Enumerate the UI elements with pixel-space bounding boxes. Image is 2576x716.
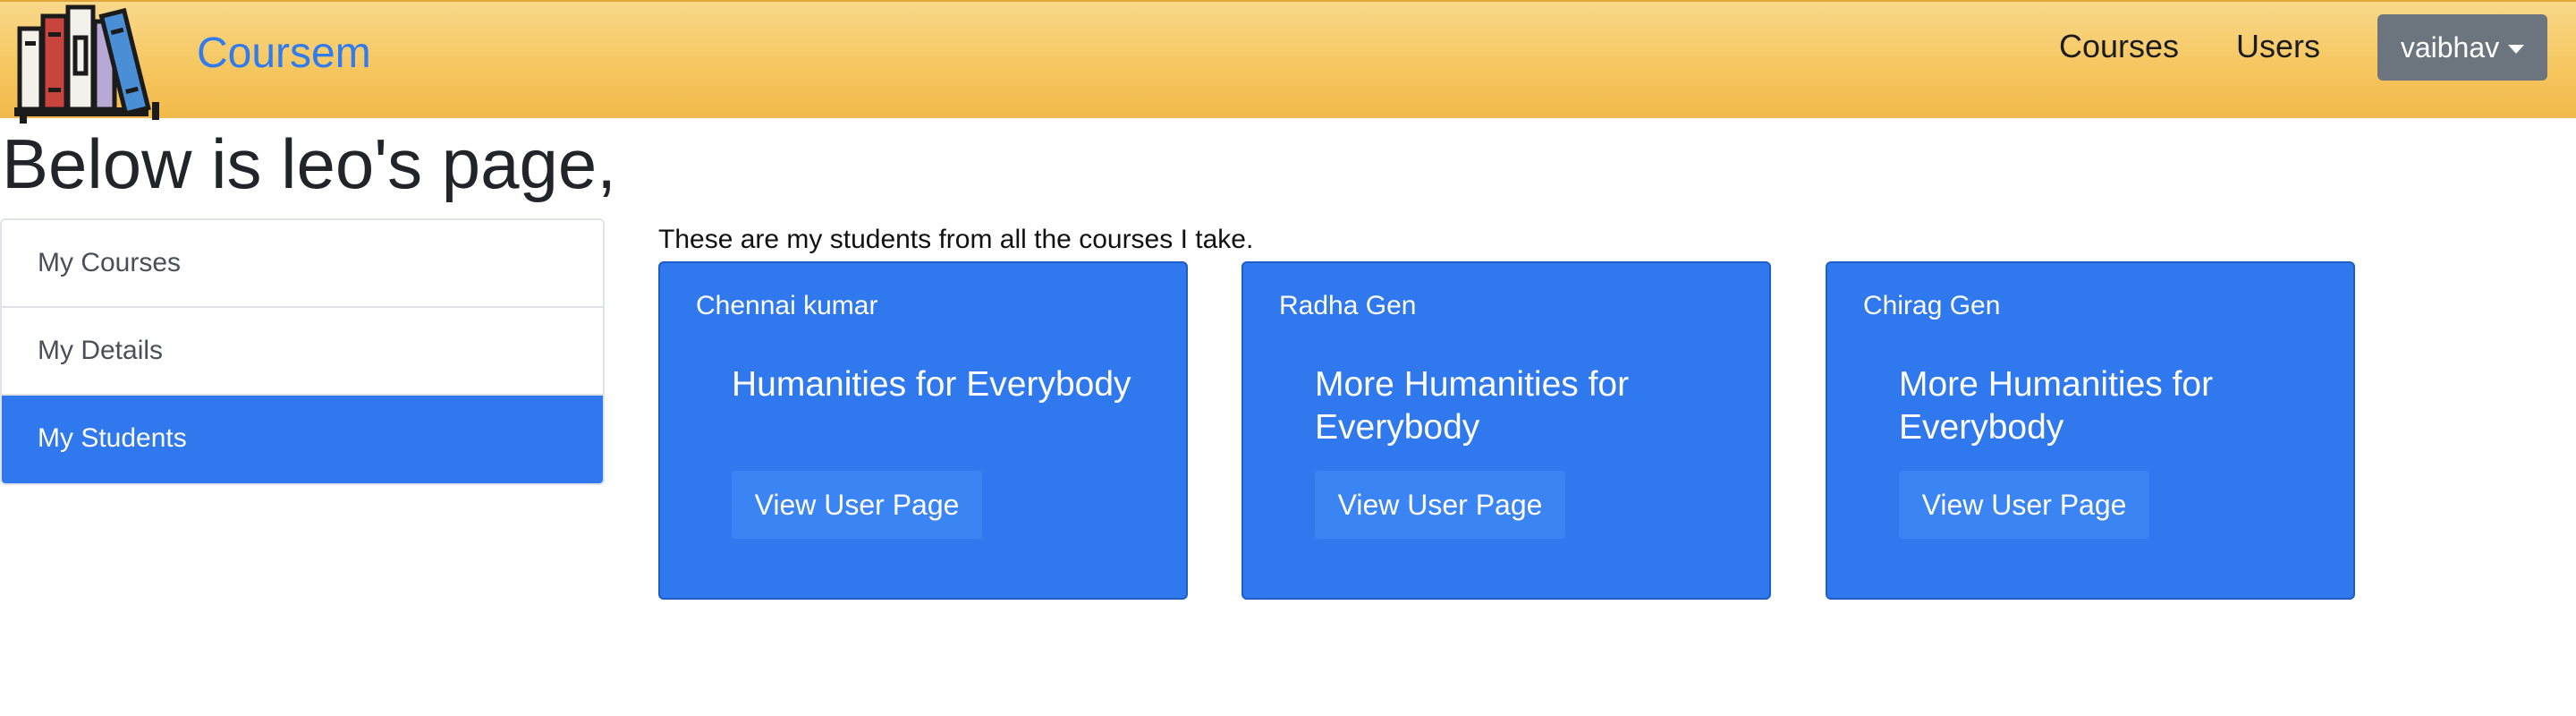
students-intro-text: These are my students from all the cours… [658,225,1254,254]
user-name: vaibhav [2400,30,2500,64]
sidebar-item-my-students[interactable]: My Students [2,396,603,483]
sidebar-item-my-details[interactable]: My Details [2,308,603,396]
nav-users-link[interactable]: Users [2236,25,2320,68]
student-card: Radha Gen More Humanities for Everybody … [1241,261,1771,600]
student-name: Chirag Gen [1863,291,2001,320]
caret-down-icon [2508,45,2525,54]
user-dropdown-button[interactable]: vaibhav [2377,14,2547,81]
student-card: Chirag Gen More Humanities for Everybody… [1826,261,2355,600]
course-title: More Humanities for Everybody [1899,365,2214,447]
books-icon[interactable] [9,2,170,125]
page-title: Below is leo's page, [2,124,616,203]
view-user-page-button[interactable]: View User Page [1899,471,2149,539]
student-card: Chennai kumar Humanities for Everybody V… [658,261,1188,600]
brand-link[interactable]: Coursem [197,27,371,81]
nav-courses-link[interactable]: Courses [2059,25,2179,68]
sidebar-item-my-courses[interactable]: My Courses [2,220,603,308]
course-title: More Humanities for Everybody [1315,365,1630,447]
view-user-page-button[interactable]: View User Page [732,471,982,539]
student-name: Radha Gen [1279,291,1417,320]
course-title: Humanities for Everybody [732,365,1131,404]
navbar: Coursem Courses Users vaibhav [0,0,2576,124]
sidebar-list: My Courses My Details My Students [0,218,605,485]
student-name: Chennai kumar [696,291,878,320]
view-user-page-button[interactable]: View User Page [1315,471,1565,539]
